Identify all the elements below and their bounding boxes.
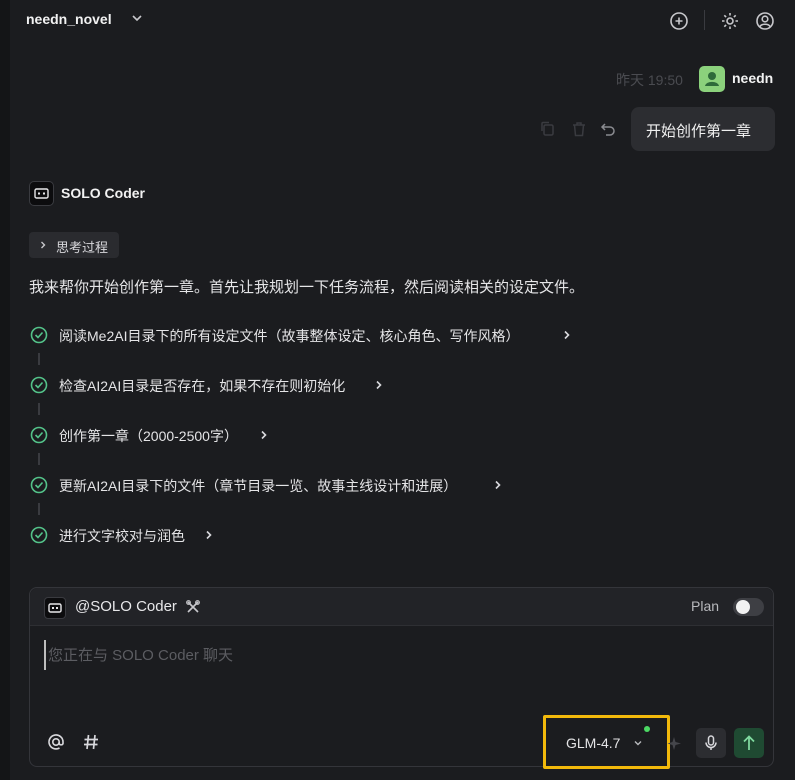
chevron-right-icon <box>376 380 382 390</box>
task-label: 检查AI2AI目录是否存在，如果不存在则初始化 <box>59 378 346 394</box>
send-button[interactable] <box>734 728 764 758</box>
task-label: 创作第一章（2000-2500字） <box>59 428 238 444</box>
agent-mention[interactable]: @SOLO Coder <box>75 598 177 615</box>
voice-input-button[interactable] <box>696 728 726 758</box>
account-icon[interactable] <box>754 10 776 32</box>
task-connector <box>38 403 40 415</box>
undo-icon[interactable] <box>599 120 617 138</box>
chevron-down-icon <box>634 741 642 746</box>
robot-icon <box>34 188 49 199</box>
model-selector[interactable]: GLM-4.7 <box>543 715 670 769</box>
plan-label: Plan <box>691 598 720 614</box>
agent-selector-icon[interactable] <box>44 597 66 619</box>
composer-agent-bar: @SOLO Coder Plan <box>30 588 773 626</box>
agent-avatar <box>29 181 54 206</box>
at-mention-icon[interactable] <box>46 732 66 752</box>
model-label: GLM-4.7 <box>566 735 621 751</box>
task-label: 进行文字校对与润色 <box>59 528 185 544</box>
new-chat-icon[interactable] <box>668 10 690 32</box>
task-label: 阅读Me2AI目录下的所有设定文件（故事整体设定、核心角色、写作风格） <box>59 328 520 344</box>
check-circle-icon <box>30 426 48 444</box>
toggle-knob <box>736 600 750 614</box>
copy-icon[interactable] <box>539 120 557 138</box>
arrow-up-icon <box>743 735 755 750</box>
chevron-right-icon <box>206 530 212 540</box>
tools-icon[interactable] <box>185 599 201 615</box>
thinking-label: 思考过程 <box>56 240 109 255</box>
header-divider <box>704 10 705 30</box>
task-connector <box>38 503 40 515</box>
plan-toggle[interactable] <box>733 598 764 616</box>
user-avatar <box>699 66 725 92</box>
chevron-right-icon <box>564 330 570 340</box>
microphone-icon <box>705 735 717 750</box>
chevron-right-icon <box>41 241 46 249</box>
model-status-dot <box>644 726 650 732</box>
check-circle-icon <box>30 376 48 394</box>
task-connector <box>38 353 40 365</box>
task-label: 更新AI2AI目录下的文件（章节目录一览、故事主线设计和进展） <box>59 478 458 494</box>
chevron-right-icon <box>261 430 267 440</box>
hash-icon[interactable] <box>81 732 101 752</box>
message-timestamp: 昨天 19:50 <box>616 72 683 88</box>
check-circle-icon <box>30 526 48 544</box>
user-avatar-icon <box>705 72 719 86</box>
chat-composer: @SOLO Coder Plan GLM-4.7 <box>29 587 774 769</box>
chat-input[interactable] <box>44 640 724 670</box>
sparkle-icon[interactable] <box>666 735 684 753</box>
task-connector <box>38 453 40 465</box>
project-name[interactable]: needn_novel <box>26 11 112 27</box>
chevron-down-icon[interactable] <box>130 11 144 25</box>
left-strip <box>0 0 10 780</box>
header: needn_novel <box>10 0 795 42</box>
username: needn <box>732 70 774 86</box>
user-message-bubble: 开始创作第一章 <box>631 107 775 151</box>
thinking-toggle[interactable]: 思考过程 <box>29 232 119 258</box>
check-circle-icon <box>30 476 48 494</box>
user-message-text: 开始创作第一章 <box>646 123 752 140</box>
delete-icon[interactable] <box>570 120 588 138</box>
robot-icon <box>48 603 62 613</box>
chevron-right-icon <box>495 480 501 490</box>
agent-name: SOLO Coder <box>61 185 146 201</box>
agent-intro-text: 我来帮你开始创作第一章。首先让我规划一下任务流程，然后阅读相关的设定文件。 <box>29 279 585 296</box>
check-circle-icon <box>30 326 48 344</box>
settings-icon[interactable] <box>719 10 741 32</box>
